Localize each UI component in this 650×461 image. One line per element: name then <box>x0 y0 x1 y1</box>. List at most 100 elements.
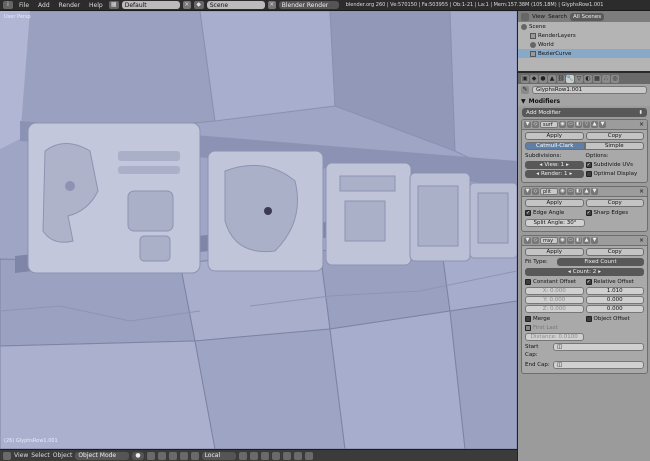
menu-select[interactable]: Select <box>31 452 50 459</box>
layer-1-button[interactable] <box>238 451 247 460</box>
merge-checkbox[interactable]: Merge <box>525 315 584 323</box>
remove-modifier-icon[interactable]: × <box>638 188 645 195</box>
modifiers-section-header[interactable]: ▼ Modifiers <box>518 96 650 106</box>
object-tab-icon[interactable]: ▲ <box>548 74 556 83</box>
texture-tab-icon[interactable]: ▦ <box>593 74 601 83</box>
simple-tab[interactable]: Simple <box>584 142 644 150</box>
subdivide-uvs-checkbox[interactable]: ✓ Subdivide UVs <box>585 161 645 169</box>
editmode-toggle-icon[interactable]: ◧ <box>575 188 582 195</box>
screen-layout-select[interactable]: Default <box>121 1 180 9</box>
render-toggle-icon[interactable]: ◉ <box>559 237 566 244</box>
menu-view[interactable]: View <box>14 452 28 459</box>
remove-modifier-icon[interactable]: × <box>638 237 645 244</box>
render-levels-field[interactable]: ◂ Render: 1 ▸ <box>525 170 584 178</box>
outliner-filter-select[interactable]: All Scenes <box>569 12 605 21</box>
edge-angle-checkbox[interactable]: ✓ Edge Angle <box>525 209 584 217</box>
layer-4-button[interactable] <box>271 451 280 460</box>
edgesplit-copy-button[interactable]: Copy <box>585 199 644 207</box>
material-tab-icon[interactable]: ◐ <box>584 74 592 83</box>
subsurf-copy-button[interactable]: Copy <box>585 132 644 140</box>
viewport-toggle-icon[interactable]: ▭ <box>567 121 574 128</box>
object-offset-checkbox[interactable]: Object Offset <box>585 315 645 323</box>
move-up-icon[interactable]: ▲ <box>583 237 590 244</box>
editor-type-icon[interactable]: i <box>3 1 13 9</box>
outliner-item-renderlayers[interactable]: RenderLayers <box>518 31 650 40</box>
collapse-arrow-icon[interactable]: ▼ <box>524 237 531 244</box>
outliner-view-menu[interactable]: View <box>532 14 545 20</box>
layer-5-button[interactable] <box>282 451 291 460</box>
view-levels-field[interactable]: ◂ View: 1 ▸ <box>525 161 584 169</box>
count-field[interactable]: ◂ Count: 2 ▸ <box>525 268 644 276</box>
merge-distance-field[interactable]: Distance: 0.0100 <box>525 333 584 341</box>
shading-select[interactable]: ● <box>132 451 144 460</box>
modifiers-tab-icon[interactable]: 🔧 <box>566 74 574 83</box>
constant-x-field[interactable]: X: 0.000 <box>525 287 584 295</box>
pin-icon[interactable]: ✎ <box>521 86 529 94</box>
array-apply-button[interactable]: Apply <box>525 248 584 256</box>
constant-z-field[interactable]: Z: 0.000 <box>525 305 584 313</box>
outliner-item-scene[interactable]: Scene <box>518 22 650 31</box>
translate-icon[interactable] <box>168 451 177 460</box>
scene-tab-icon[interactable]: ◆ <box>530 74 538 83</box>
manipulator-icon[interactable] <box>157 451 166 460</box>
viewport-toggle-icon[interactable]: ▭ <box>567 237 574 244</box>
scene-icon[interactable]: ◆ <box>193 1 204 9</box>
menu-object[interactable]: Object <box>53 452 73 459</box>
menu-file[interactable]: File <box>16 2 32 9</box>
menu-add[interactable]: Add <box>35 2 53 9</box>
relative-offset-checkbox[interactable]: ✓ Relative Offset <box>585 278 645 286</box>
optimal-display-checkbox[interactable]: Optimal Display <box>585 170 645 178</box>
render-toggle-icon[interactable]: ◉ <box>559 121 566 128</box>
editor-type-icon-3d[interactable] <box>3 451 11 460</box>
object-name-field[interactable]: GlyphsRow1.001 <box>532 86 647 94</box>
move-up-icon[interactable]: ▲ <box>583 188 590 195</box>
cage-toggle-icon[interactable]: ▽ <box>583 121 590 128</box>
editmode-toggle-icon[interactable]: ◧ <box>575 121 582 128</box>
move-down-icon[interactable]: ▼ <box>591 188 598 195</box>
particles-tab-icon[interactable]: ∴ <box>602 74 610 83</box>
outliner-search-menu[interactable]: Search <box>548 14 567 20</box>
start-cap-field[interactable]: ◫ <box>553 343 644 351</box>
data-tab-icon[interactable]: ▽ <box>575 74 583 83</box>
move-down-icon[interactable]: ▼ <box>591 237 598 244</box>
scene-select[interactable]: Scene <box>206 1 265 9</box>
first-last-checkbox[interactable]: First Last <box>525 324 584 332</box>
editmode-toggle-icon[interactable]: ◧ <box>575 237 582 244</box>
constant-offset-checkbox[interactable]: Constant Offset <box>525 278 584 286</box>
collapse-arrow-icon[interactable]: ▼ <box>524 188 531 195</box>
layer-2-button[interactable] <box>249 451 258 460</box>
sharp-edges-checkbox[interactable]: ✓ Sharp Edges <box>585 209 645 217</box>
outliner-item-world[interactable]: World <box>518 40 650 49</box>
scene-close-button[interactable]: × <box>267 1 276 9</box>
physics-tab-icon[interactable]: ◎ <box>611 74 619 83</box>
scale-icon[interactable] <box>190 451 199 460</box>
add-modifier-button[interactable]: Add Modifier ⬍ <box>522 108 647 117</box>
edgesplit-name-field[interactable]: plit <box>540 188 558 195</box>
mode-select[interactable]: Object Mode <box>75 451 130 460</box>
screen-layout-icon[interactable]: ▦ <box>108 1 119 9</box>
rotate-icon[interactable] <box>179 451 188 460</box>
render-toggle-icon[interactable]: ◉ <box>559 188 566 195</box>
world-tab-icon[interactable]: ● <box>539 74 547 83</box>
outliner-editor-icon[interactable] <box>521 12 529 21</box>
transform-orientation-select[interactable]: Local <box>201 451 236 460</box>
move-up-icon[interactable]: ▲ <box>591 121 598 128</box>
menu-help[interactable]: Help <box>86 2 106 9</box>
relative-z-field[interactable]: 0.000 <box>585 305 644 313</box>
catmull-clark-tab[interactable]: Catmull-Clark <box>525 142 585 150</box>
split-angle-field[interactable]: Split Angle: 30° <box>525 219 585 227</box>
array-copy-button[interactable]: Copy <box>585 248 644 256</box>
render-tab-icon[interactable]: ▣ <box>521 74 529 83</box>
end-cap-field[interactable]: ◫ <box>553 361 644 369</box>
remove-modifier-icon[interactable]: × <box>638 121 645 128</box>
move-down-icon[interactable]: ▼ <box>599 121 606 128</box>
3d-viewport[interactable]: User Persp (26) GlyphsRow1.001 <box>0 11 517 449</box>
pivot-icon[interactable] <box>146 451 155 460</box>
constraints-tab-icon[interactable]: ⛓ <box>557 74 565 83</box>
array-name-field[interactable]: rray <box>540 237 558 244</box>
constant-y-field[interactable]: Y: 0.000 <box>525 296 584 304</box>
screen-close-button[interactable]: × <box>182 1 191 9</box>
fit-type-select[interactable]: Fixed Count <box>557 258 644 266</box>
relative-y-field[interactable]: 0.000 <box>585 296 644 304</box>
menu-render[interactable]: Render <box>56 2 83 9</box>
